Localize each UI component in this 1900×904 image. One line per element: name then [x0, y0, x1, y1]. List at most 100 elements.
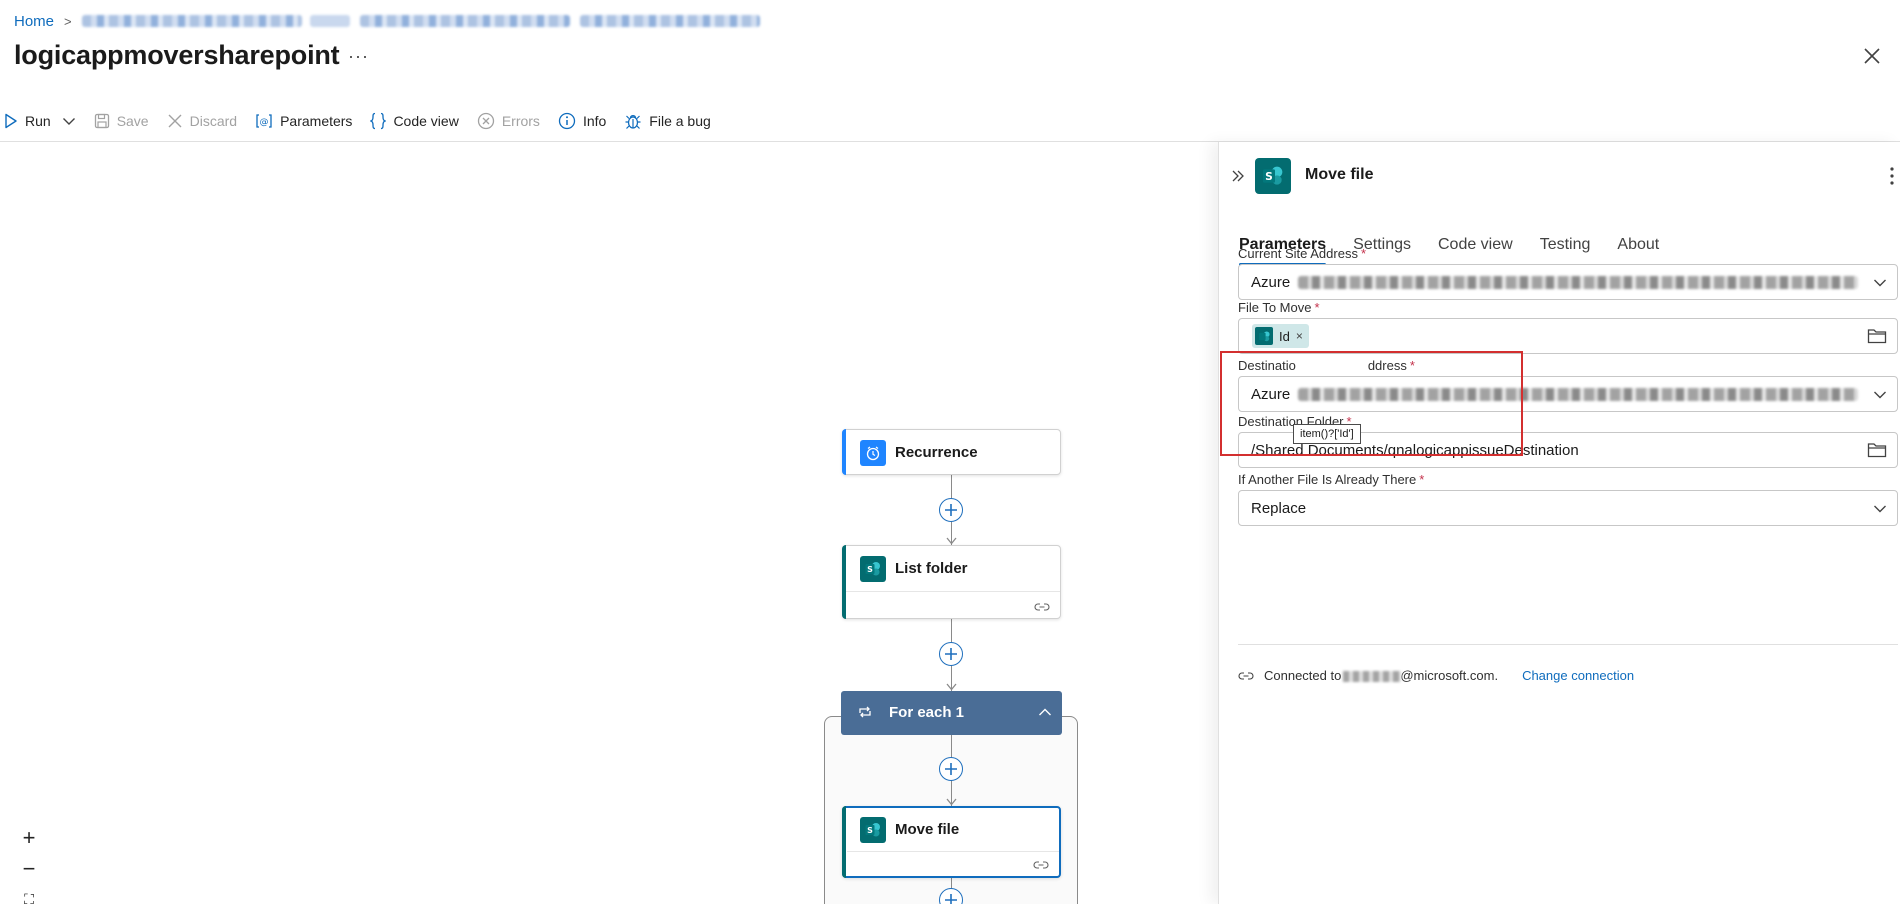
node-title: For each 1 [889, 704, 965, 721]
play-icon [5, 113, 17, 129]
save-icon [94, 113, 109, 129]
tab-code-view[interactable]: Code view [1438, 236, 1513, 266]
arrow-down-icon [946, 798, 957, 806]
workflow-node-move-file[interactable]: S Move file [842, 806, 1061, 878]
connection-prefix: Connected to [1264, 668, 1342, 683]
parameters-icon: @ [256, 114, 272, 128]
current-site-label: Current Site Address * [1238, 246, 1366, 261]
tab-about[interactable]: About [1617, 236, 1659, 266]
if-exists-dropdown[interactable]: Replace [1238, 490, 1898, 526]
file-bug-button[interactable]: File a bug [624, 112, 711, 130]
tab-testing[interactable]: Testing [1540, 236, 1591, 266]
discard-label: Discard [189, 113, 238, 129]
required-marker: * [1419, 472, 1425, 487]
page-title: logicappmoversharepoint [14, 40, 340, 70]
info-icon [558, 112, 576, 130]
change-connection-link[interactable]: Change connection [1522, 668, 1634, 683]
breadcrumb-redacted-segment[interactable] [81, 15, 302, 27]
file-to-move-input[interactable]: Id × [1238, 318, 1898, 354]
workflow-node-for-each[interactable]: For each 1 [841, 691, 1062, 735]
discard-button[interactable]: Discard [167, 113, 237, 129]
plus-icon [945, 648, 957, 660]
error-circle-icon [477, 112, 494, 130]
designer-toolbar: Run Save Discard @ Parameters Code view … [0, 106, 729, 136]
sharepoint-icon: S [1255, 158, 1291, 194]
plus-icon [945, 763, 957, 775]
link-icon[interactable] [1033, 860, 1049, 870]
breadcrumb-redacted-segment[interactable] [579, 15, 760, 27]
node-title: Recurrence [895, 444, 978, 461]
connection-suffix: @microsoft.com. [1400, 668, 1499, 683]
code-view-label: Code view [393, 113, 459, 129]
link-icon [1238, 671, 1254, 680]
folder-icon[interactable] [1867, 327, 1887, 345]
add-step-button[interactable] [939, 757, 963, 781]
collapse-panel-icon[interactable] [1231, 169, 1245, 183]
plus-icon [945, 504, 957, 516]
chevron-down-icon[interactable] [1873, 504, 1887, 514]
loop-icon [859, 706, 871, 718]
node-title: Move file [895, 821, 960, 838]
file-bug-label: File a bug [649, 113, 711, 129]
connection-info: Connected to @microsoft.com. Change conne… [1238, 668, 1634, 683]
token-label: Id [1279, 328, 1290, 344]
chevron-down-icon[interactable] [1873, 278, 1887, 288]
link-icon[interactable] [1034, 602, 1050, 612]
node-accent-bar [842, 429, 846, 475]
dynamic-content-token[interactable]: Id × [1252, 324, 1309, 348]
svg-text:S: S [867, 565, 873, 574]
token-expression-tooltip: item()?['Id'] [1293, 424, 1361, 444]
parameters-button[interactable]: @ Parameters [255, 113, 352, 129]
info-button[interactable]: Info [558, 112, 606, 130]
action-details-panel: S Move file Parameters Settings Code vie… [1218, 142, 1900, 904]
token-remove-button[interactable]: × [1296, 329, 1303, 343]
workflow-node-list-folder[interactable]: S List folder [842, 545, 1061, 619]
zoom-in-button[interactable]: + [14, 822, 44, 853]
node-title: List folder [895, 560, 968, 577]
more-options-button[interactable]: ··· [348, 46, 369, 67]
breadcrumb: Home > [14, 10, 760, 32]
chevron-down-icon[interactable] [62, 116, 76, 126]
chevron-up-icon[interactable] [1038, 707, 1052, 717]
current-site-dropdown[interactable]: Azure [1238, 264, 1898, 300]
panel-divider [1238, 644, 1898, 645]
required-marker: * [1314, 300, 1320, 315]
close-icon[interactable] [1862, 46, 1882, 66]
more-vertical-icon[interactable] [1889, 166, 1895, 186]
required-marker: * [1409, 358, 1415, 373]
code-view-button[interactable]: Code view [370, 112, 459, 130]
destination-site-dropdown[interactable]: Azure [1238, 376, 1898, 412]
if-exists-label-text: If Another File Is Already There [1238, 472, 1417, 487]
fit-view-button[interactable]: ⛶ [14, 884, 44, 904]
node-footer [847, 851, 1059, 876]
node-accent-bar [842, 806, 846, 878]
run-button[interactable]: Run [4, 113, 76, 129]
current-site-label-text: Current Site Address [1238, 246, 1358, 261]
connection-text: Connected to @microsoft.com. [1264, 668, 1498, 683]
folder-icon[interactable] [1867, 441, 1887, 459]
sharepoint-icon [1255, 327, 1273, 345]
destination-site-label-end: ddress [1367, 358, 1407, 373]
errors-button[interactable]: Errors [477, 112, 540, 130]
destination-site-value: Azure [1251, 385, 1291, 403]
arrow-down-icon [946, 683, 957, 691]
code-braces-icon [370, 112, 387, 130]
logic-app-designer: Home > logicappmoversharepoint ··· Run S… [0, 0, 1900, 904]
breadcrumb-redacted-segment[interactable] [359, 15, 570, 27]
redacted-site-url [1298, 387, 1859, 401]
add-step-button[interactable] [939, 642, 963, 666]
workflow-node-recurrence[interactable]: Recurrence [842, 429, 1061, 475]
zoom-controls: + − ⛶ [14, 822, 44, 904]
bug-icon [625, 115, 641, 129]
node-footer [846, 591, 1060, 618]
zoom-out-button[interactable]: − [14, 853, 44, 884]
breadcrumb-home-link[interactable]: Home [14, 13, 54, 30]
add-step-button[interactable] [939, 498, 963, 522]
if-exists-label: If Another File Is Already There * [1238, 472, 1424, 487]
save-button[interactable]: Save [94, 113, 149, 129]
chevron-down-icon[interactable] [1873, 390, 1887, 400]
file-to-move-label-text: File To Move [1238, 300, 1312, 315]
file-to-move-label: File To Move * [1238, 300, 1320, 315]
parameters-label: Parameters [280, 113, 353, 129]
svg-text:@: @ [260, 118, 269, 128]
